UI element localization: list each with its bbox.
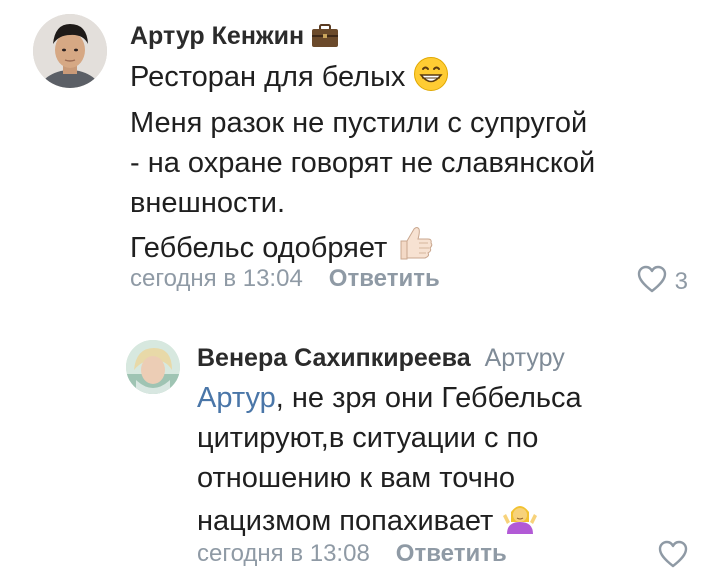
like-count: 3 xyxy=(674,267,688,295)
author-name[interactable]: Венера Сахипкиреева xyxy=(197,344,471,373)
comment-line: отношению к вам точно xyxy=(197,462,515,494)
heart-icon xyxy=(637,265,667,298)
comment-line: нацизмом попахивает xyxy=(197,505,494,537)
comment-line: , не зря они Геббельса xyxy=(275,382,582,414)
reply-button[interactable]: Ответить xyxy=(396,540,507,568)
like-button[interactable] xyxy=(658,540,688,573)
comment-header: Венера Сахипкиреева Артуру xyxy=(197,342,565,374)
comment-header: Артур Кенжин xyxy=(130,20,340,52)
comment-text: Артур, не зря они Геббельса цитируют,в с… xyxy=(197,378,697,547)
comment-meta: сегодня в 13:04 Ответить xyxy=(130,265,440,293)
comment-meta: сегодня в 13:08 Ответить xyxy=(197,540,507,568)
mention-link[interactable]: Артур xyxy=(197,382,276,414)
comment-line: Ресторан для белых xyxy=(130,61,406,93)
like-button[interactable]: 3 xyxy=(637,265,688,298)
avatar[interactable] xyxy=(126,340,180,394)
timestamp: сегодня в 13:04 xyxy=(130,265,303,292)
reply-button[interactable]: Ответить xyxy=(329,265,440,293)
heart-icon xyxy=(658,540,688,573)
briefcase-icon xyxy=(310,23,340,49)
timestamp: сегодня в 13:08 xyxy=(197,540,370,567)
grinning-face-icon xyxy=(413,56,449,103)
person-shrugging-icon xyxy=(501,498,539,547)
comment-line: Меня разок не пустили с супругой xyxy=(130,107,588,139)
reply-to-link[interactable]: Артуру xyxy=(485,344,565,373)
comment-line: внешности. xyxy=(130,187,285,219)
comment-item: Артур Кенжин Ресторан для белых Меня раз… xyxy=(0,0,720,320)
comment-line: цитируют,в ситуации с по xyxy=(197,422,539,454)
comment-line: - на охране говорят не славянской xyxy=(130,147,596,179)
comment-text: Ресторан для белых Меня разок не пустили… xyxy=(130,56,690,274)
avatar[interactable] xyxy=(33,14,107,88)
reply-comment-item: Венера Сахипкиреева Артуру Артур, не зря… xyxy=(0,320,720,588)
author-name[interactable]: Артур Кенжин xyxy=(130,22,304,51)
comment-line: Геббельс одобряет xyxy=(130,232,388,264)
